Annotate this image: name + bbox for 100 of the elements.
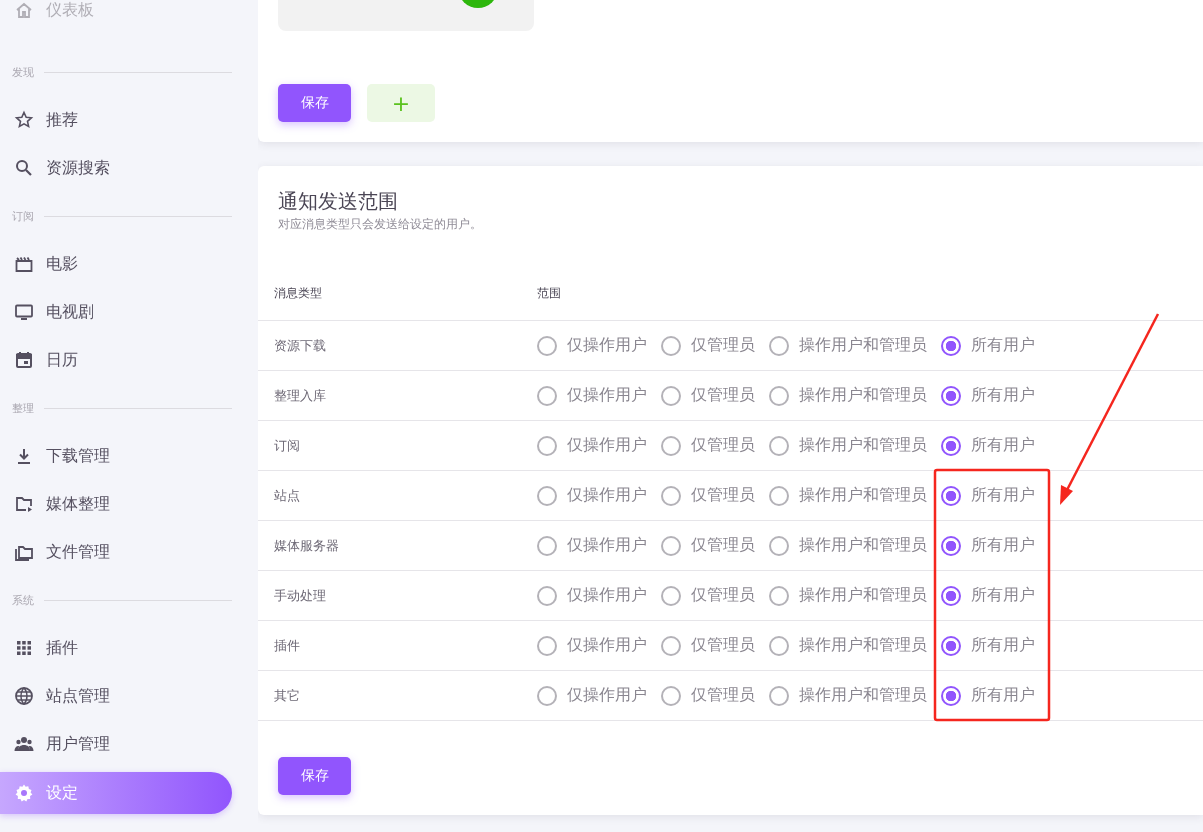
radio-button[interactable] — [661, 335, 681, 356]
add-button[interactable]: + — [367, 84, 435, 122]
radio-option[interactable]: 仅操作用户 — [537, 685, 647, 706]
radio-option[interactable]: 操作用户和管理员 — [769, 535, 927, 556]
sidebar-item[interactable]: 日历 — [0, 336, 232, 384]
radio-button[interactable] — [769, 485, 789, 506]
search-icon — [14, 158, 34, 178]
table-cell-text: 站点 — [273, 486, 301, 505]
radio-option[interactable]: 仅操作用户 — [537, 535, 647, 556]
radio-option[interactable]: 操作用户和管理员 — [769, 585, 927, 606]
sidebar-item[interactable]: 站点管理 — [0, 672, 232, 720]
section-label: 订阅 — [12, 208, 34, 224]
radio-option[interactable]: 操作用户和管理员 — [769, 435, 927, 456]
table-cell-text: 资源下载 — [273, 336, 327, 355]
section-label: 系统 — [12, 592, 34, 608]
users-icon — [14, 734, 34, 754]
radio-option[interactable]: 仅管理员 — [661, 335, 755, 356]
radio-button[interactable] — [661, 385, 681, 406]
radio-option[interactable]: 所有用户 — [941, 585, 1035, 606]
radio-button[interactable] — [537, 435, 557, 456]
radio-option[interactable]: 操作用户和管理员 — [769, 485, 927, 506]
save-button[interactable]: 保存 — [278, 757, 351, 795]
radio-button[interactable] — [661, 585, 681, 606]
radio-option[interactable]: 仅操作用户 — [537, 435, 647, 456]
radio-button[interactable] — [941, 685, 961, 706]
radio-option[interactable]: 所有用户 — [941, 635, 1035, 656]
sidebar-item[interactable]: 插件 — [0, 624, 232, 672]
card-title: 通知发送范围 — [277, 188, 399, 214]
globe-icon — [14, 686, 34, 706]
radio-option[interactable]: 所有用户 — [941, 685, 1035, 706]
radio-button[interactable] — [537, 685, 557, 706]
radio-option[interactable]: 仅操作用户 — [537, 485, 647, 506]
radio-button[interactable] — [537, 635, 557, 656]
radio-button[interactable] — [941, 635, 961, 656]
sidebar-item[interactable]: 媒体整理 — [0, 480, 232, 528]
sidebar-item[interactable]: 下载管理 — [0, 432, 232, 480]
radio-button[interactable] — [661, 435, 681, 456]
radio-button[interactable] — [537, 585, 557, 606]
radio-button[interactable] — [941, 485, 961, 506]
radio-button[interactable] — [769, 535, 789, 556]
radio-option[interactable]: 仅管理员 — [661, 485, 755, 506]
radio-option[interactable]: 仅操作用户 — [537, 585, 647, 606]
radio-button[interactable] — [661, 635, 681, 656]
radio-option[interactable]: 仅管理员 — [661, 585, 755, 606]
radio-button[interactable] — [941, 435, 961, 456]
radio-button[interactable] — [537, 485, 557, 506]
radio-option[interactable]: 仅管理员 — [661, 635, 755, 656]
radio-button[interactable] — [769, 635, 789, 656]
table-cell-text: 整理入库 — [273, 386, 327, 405]
radio-option[interactable]: 仅管理员 — [661, 685, 755, 706]
radio-button[interactable] — [537, 535, 557, 556]
radio-button[interactable] — [941, 535, 961, 556]
grid-icon — [14, 638, 34, 658]
radio-option[interactable]: 仅管理员 — [661, 385, 755, 406]
radio-button[interactable] — [769, 585, 789, 606]
home-icon — [14, 0, 34, 20]
column-header: 消息类型 — [273, 285, 323, 302]
clapperboard-icon — [14, 254, 34, 274]
sidebar-item[interactable]: 推荐 — [0, 96, 232, 144]
radio-button[interactable] — [769, 435, 789, 456]
sidebar-item[interactable]: 用户管理 — [0, 720, 232, 768]
radio-option[interactable]: 仅管理员 — [661, 535, 755, 556]
save-button[interactable]: 保存 — [278, 84, 351, 122]
calendar-icon — [14, 350, 34, 370]
table-cell-text: 其它 — [273, 686, 301, 705]
section-label: 整理 — [12, 400, 34, 416]
radio-button[interactable] — [769, 685, 789, 706]
radio-button[interactable] — [661, 485, 681, 506]
column-header: 范围 — [537, 285, 561, 302]
radio-option[interactable]: 仅操作用户 — [537, 385, 647, 406]
sidebar-item[interactable]: 资源搜索 — [0, 144, 232, 192]
radio-option[interactable]: 所有用户 — [941, 385, 1035, 406]
radio-button[interactable] — [769, 385, 789, 406]
sidebar-item[interactable]: 仪表板 — [0, 0, 232, 20]
radio-option[interactable]: 仅操作用户 — [537, 335, 647, 356]
star-icon — [14, 110, 34, 130]
radio-option[interactable]: 仅管理员 — [661, 435, 755, 456]
radio-button[interactable] — [537, 385, 557, 406]
radio-button[interactable] — [941, 385, 961, 406]
radio-button[interactable] — [941, 585, 961, 606]
sidebar-item[interactable]: 文件管理 — [0, 528, 232, 576]
radio-option[interactable]: 所有用户 — [941, 335, 1035, 356]
radio-option[interactable]: 所有用户 — [941, 535, 1035, 556]
radio-option[interactable]: 所有用户 — [941, 435, 1035, 456]
radio-button[interactable] — [941, 335, 961, 356]
table-cell-text: 插件 — [273, 636, 301, 655]
radio-button[interactable] — [537, 335, 557, 356]
radio-option[interactable]: 操作用户和管理员 — [769, 685, 927, 706]
sidebar-item[interactable]: 设定 — [0, 772, 232, 814]
radio-option[interactable]: 所有用户 — [941, 485, 1035, 506]
radio-button[interactable] — [661, 685, 681, 706]
radio-button[interactable] — [661, 535, 681, 556]
sidebar-item[interactable]: 电视剧 — [0, 288, 232, 336]
sidebar-item[interactable]: 电影 — [0, 240, 232, 288]
radio-option[interactable]: 操作用户和管理员 — [769, 385, 927, 406]
card-subtitle: 对应消息类型只会发送给设定的用户。 — [277, 216, 483, 233]
radio-option[interactable]: 仅操作用户 — [537, 635, 647, 656]
radio-button[interactable] — [769, 335, 789, 356]
radio-option[interactable]: 操作用户和管理员 — [769, 635, 927, 656]
radio-option[interactable]: 操作用户和管理员 — [769, 335, 927, 356]
